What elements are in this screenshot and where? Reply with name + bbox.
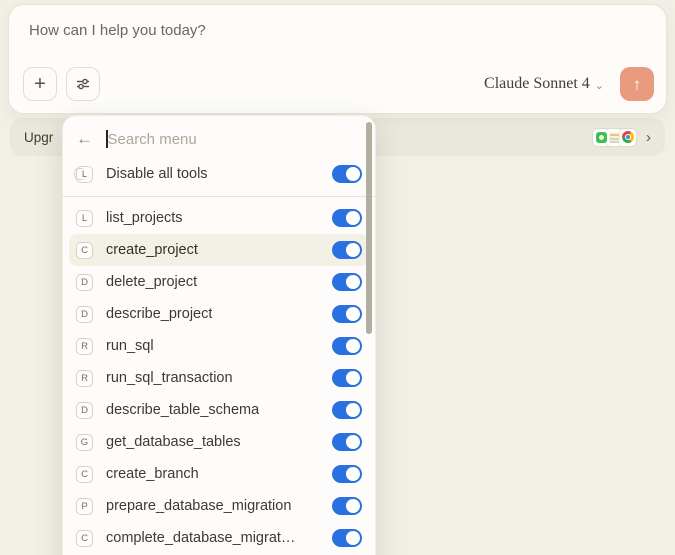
composer-placeholder: How can I help you today? (29, 22, 206, 39)
menu-search-row: ← (69, 121, 369, 157)
tool-row[interactable]: C create_project (69, 234, 369, 266)
tool-label: run_sql_transaction (106, 370, 233, 386)
tool-row[interactable]: P prepare_database_migration (69, 490, 369, 522)
tool-row[interactable]: D describe_project (69, 298, 369, 330)
tool-badge: D (76, 402, 93, 419)
tool-row[interactable]: R run_sql_transaction (69, 362, 369, 394)
tool-toggle[interactable] (332, 209, 362, 227)
tool-row[interactable]: R run_sql (69, 330, 369, 362)
tool-badge: D (76, 306, 93, 323)
tools-list: L list_projects C create_project D delet… (69, 202, 369, 554)
tool-badge: C (76, 242, 93, 259)
chevron-down-icon: ⌄ (595, 79, 604, 92)
tool-toggle[interactable] (332, 241, 362, 259)
tool-row[interactable]: L list_projects (69, 202, 369, 234)
tool-row[interactable]: C complete_database_migrat… (69, 522, 369, 554)
tool-row[interactable]: D delete_project (69, 266, 369, 298)
tool-toggle[interactable] (332, 497, 362, 515)
model-selector[interactable]: Claude Sonnet 4 ⌄ (484, 75, 604, 93)
tool-badge: R (76, 370, 93, 387)
tool-label: describe_table_schema (106, 402, 259, 418)
tool-toggle[interactable] (332, 369, 362, 387)
chrome-icon (619, 129, 636, 146)
tool-label: run_sql (106, 338, 154, 354)
tool-row[interactable]: D describe_table_schema (69, 394, 369, 426)
sliders-icon (75, 76, 91, 92)
tool-badge: C (76, 530, 93, 547)
tool-toggle[interactable] (332, 273, 362, 291)
connected-app-icons (593, 129, 636, 146)
tool-badge: G (76, 434, 93, 451)
tool-row[interactable]: G get_database_tables (69, 426, 369, 458)
tool-toggle[interactable] (332, 401, 362, 419)
tool-label: complete_database_migrat… (106, 530, 295, 546)
tool-toggle[interactable] (332, 305, 362, 323)
plus-icon: + (34, 74, 46, 94)
banner-right: › (593, 129, 651, 146)
model-name: Claude Sonnet 4 (484, 75, 590, 93)
tools-menu-button[interactable] (66, 67, 100, 101)
tool-badge: R (76, 338, 93, 355)
stacked-key-badge: L (76, 166, 93, 183)
tool-row[interactable]: C create_branch (69, 458, 369, 490)
back-arrow-icon[interactable]: ← (76, 129, 93, 149)
chevron-right-icon: › (646, 129, 651, 146)
tool-badge: L (76, 210, 93, 227)
tool-badge: P (76, 498, 93, 515)
arrow-up-icon: ↑ (633, 76, 642, 93)
tool-label: prepare_database_migration (106, 498, 291, 514)
tool-badge: C (76, 466, 93, 483)
tool-label: create_project (106, 242, 198, 258)
upgrade-banner-text: Upgr (24, 130, 53, 145)
disable-all-tools-label: Disable all tools (106, 166, 208, 182)
chat-composer[interactable]: How can I help you today? + Claude Sonne… (8, 4, 667, 114)
disable-all-toggle[interactable] (332, 165, 362, 183)
tool-label: list_projects (106, 210, 183, 226)
tool-badge: D (76, 274, 93, 291)
menu-scrollbar[interactable] (366, 122, 372, 334)
tool-label: create_branch (106, 466, 199, 482)
attach-button[interactable]: + (23, 67, 57, 101)
tool-label: delete_project (106, 274, 197, 290)
disable-all-tools-row[interactable]: L Disable all tools (69, 157, 369, 191)
tool-toggle[interactable] (332, 465, 362, 483)
composer-toolbar: + Claude Sonnet 4 ⌄ ↑ (23, 66, 654, 102)
send-button[interactable]: ↑ (620, 67, 654, 101)
tool-label: describe_project (106, 306, 212, 322)
tool-label: get_database_tables (106, 434, 241, 450)
tool-toggle[interactable] (332, 529, 362, 547)
tool-toggle[interactable] (332, 337, 362, 355)
menu-search-input[interactable] (108, 131, 308, 148)
tools-menu: ← L Disable all tools L list_projects C … (62, 115, 376, 555)
tool-toggle[interactable] (332, 433, 362, 451)
menu-divider (63, 196, 375, 197)
